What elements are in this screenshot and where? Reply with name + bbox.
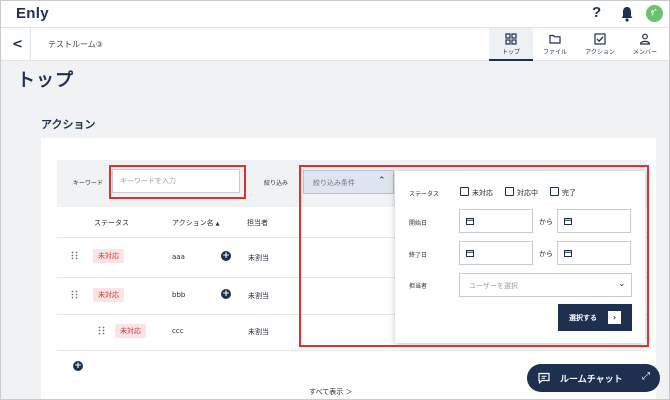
end-date-to[interactable] (557, 241, 631, 265)
tab-members[interactable]: メンバー (623, 28, 667, 61)
checkbox-in-progress[interactable] (505, 187, 514, 196)
tab-files[interactable]: ファイル (533, 28, 577, 61)
header-action-label: アクション名 (172, 219, 214, 227)
start-date-to[interactable] (557, 209, 631, 233)
row-divider (57, 350, 647, 351)
page-title: トップ (17, 70, 74, 91)
tab-top[interactable]: トップ (489, 28, 533, 61)
room-chat-label: ルームチャット (560, 375, 623, 385)
range-separator: から (539, 218, 553, 226)
assignee-filter-label: 担当者 (409, 283, 428, 290)
status-badge: 未対応 (93, 249, 124, 263)
filter-dropdown[interactable]: 絞り込み条件 ⌃ (303, 170, 394, 194)
header-assignee: 担当者 (247, 219, 268, 227)
checkbox-label: 未対応 (472, 189, 493, 197)
calendar-icon (564, 218, 572, 225)
filter-label: 絞り込み (264, 180, 289, 187)
header-status: ステータス (94, 219, 129, 227)
chevron-down-icon: ⌄ (618, 279, 626, 289)
status-badge: 未対応 (115, 324, 146, 338)
tab-label: アクション (585, 49, 615, 56)
add-circle-icon[interactable]: + (221, 251, 231, 261)
end-date-from[interactable] (459, 241, 533, 265)
section-title: アクション (41, 118, 96, 131)
status-badge: 未対応 (93, 288, 124, 302)
assignee-select[interactable]: ユーザーを選択 ⌄ (459, 273, 632, 297)
range-separator: から (539, 250, 553, 258)
checkbox-icon (594, 33, 606, 45)
keyword-label: キーワード (73, 180, 104, 187)
divider (30, 28, 31, 61)
room-name: テストルーム③ (48, 40, 103, 49)
action-name[interactable]: ccc (172, 327, 184, 335)
status-filter-label: ステータス (409, 191, 440, 198)
bell-icon[interactable] (620, 6, 634, 22)
back-arrow-icon[interactable]: < (12, 37, 23, 52)
tab-label: ファイル (542, 49, 567, 56)
calendar-icon (466, 250, 474, 257)
drag-handle-icon[interactable] (71, 251, 78, 260)
room-bar: < テストルーム③ トップ ファイル アクション メンバー (0, 28, 670, 61)
help-icon[interactable]: ? (592, 4, 601, 21)
add-action-icon[interactable]: + (73, 361, 83, 371)
folder-icon (549, 34, 561, 44)
assignee: 未割当 (248, 292, 269, 300)
action-name[interactable]: bbb (172, 291, 185, 299)
end-date-label: 終了日 (409, 252, 428, 259)
assignee: 未割当 (248, 328, 269, 336)
chevron-up-icon: ⌃ (378, 176, 386, 186)
keyword-input[interactable] (112, 169, 240, 193)
apply-button[interactable]: 選択する › (558, 304, 632, 331)
show-all-link[interactable]: すべて表示 ＞ (309, 387, 352, 397)
drag-handle-icon[interactable] (98, 326, 105, 335)
assignee: 未割当 (248, 254, 269, 262)
app-logo[interactable]: Enly (16, 5, 49, 22)
action-name[interactable]: aaa (172, 253, 185, 261)
filter-placeholder: 絞り込み条件 (313, 179, 355, 187)
person-icon (639, 33, 651, 45)
start-date-label: 開始日 (409, 220, 428, 227)
expand-icon: ⤢ (642, 371, 650, 382)
apply-label: 選択する (569, 314, 597, 322)
tab-label: メンバー (632, 49, 657, 56)
calendar-icon (564, 250, 572, 257)
checkbox-unhandled[interactable] (460, 187, 469, 196)
chevron-right-icon: › (608, 311, 621, 324)
assignee-placeholder: ユーザーを選択 (469, 282, 518, 290)
calendar-icon (466, 218, 474, 225)
header-action-name[interactable]: アクション名 ▲ (172, 218, 220, 228)
add-circle-icon[interactable]: + (221, 289, 231, 299)
sort-asc-icon: ▲ (215, 221, 220, 227)
grid-icon (505, 33, 517, 45)
start-date-from[interactable] (459, 209, 533, 233)
checkbox-label: 完了 (562, 189, 576, 197)
drag-handle-icon[interactable] (71, 290, 78, 299)
chat-bubble-icon (538, 372, 550, 384)
checkbox-label: 対応中 (517, 189, 538, 197)
room-chat-button[interactable]: ルームチャット ⤢ (527, 364, 660, 392)
user-avatar[interactable]: ｹﾞ (646, 5, 663, 22)
checkbox-done[interactable] (550, 187, 559, 196)
top-bar: Enly ? ｹﾞ (0, 0, 670, 28)
tab-actions[interactable]: アクション (578, 28, 622, 61)
tab-label: トップ (501, 49, 520, 56)
